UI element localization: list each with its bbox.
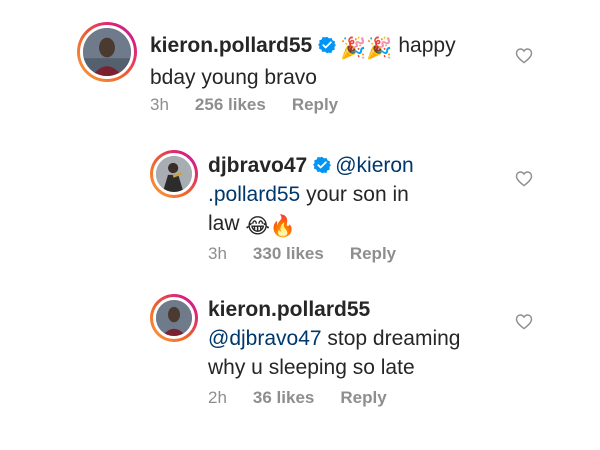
likes-count[interactable]: 36 likes — [253, 388, 314, 407]
party-popper-emoji: 🎉🎉 — [340, 37, 393, 60]
username[interactable]: djbravo47 — [208, 154, 307, 177]
mention-link[interactable]: @kieron — [335, 154, 414, 177]
comment-body: bday young bravo — [150, 66, 317, 89]
comment-body: stop dreaming — [327, 327, 461, 350]
mention-link[interactable]: @djbravo47 — [208, 327, 322, 350]
comment-text: kieron.pollard55 @djbravo47 stop dreamin… — [208, 295, 508, 382]
avatar[interactable] — [80, 25, 134, 79]
comment-text: djbravo47 @kieron .pollard55 your son in … — [208, 151, 508, 241]
timestamp: 3h — [208, 244, 227, 263]
comment-body: why u sleeping so late — [208, 356, 415, 379]
mention-link[interactable]: .pollard55 — [208, 183, 300, 206]
heart-outline-icon[interactable] — [515, 313, 533, 330]
avatar-image — [156, 156, 192, 192]
likes-count[interactable]: 330 likes — [253, 244, 324, 263]
comment-meta: 3h 330 likes Reply — [208, 244, 422, 264]
timestamp: 2h — [208, 388, 227, 407]
likes-count[interactable]: 256 likes — [195, 95, 266, 114]
comment-text: kieron.pollard55 🎉🎉 happy bday young brav… — [150, 31, 490, 92]
verified-badge-icon — [313, 156, 332, 174]
comment-body: happy — [398, 34, 456, 57]
verified-badge-icon — [318, 36, 337, 54]
comment-meta: 2h 36 likes Reply — [208, 388, 413, 408]
reply-button[interactable]: Reply — [340, 388, 386, 407]
timestamp: 3h — [150, 95, 169, 114]
avatar[interactable] — [153, 153, 195, 195]
heart-outline-icon[interactable] — [515, 170, 533, 187]
reply-button[interactable]: Reply — [292, 95, 338, 114]
heart-outline-icon[interactable] — [515, 47, 533, 64]
username[interactable]: kieron.pollard55 — [208, 298, 370, 321]
comment-meta: 3h 256 likes Reply — [150, 95, 364, 115]
username[interactable]: kieron.pollard55 — [150, 34, 312, 57]
avatar[interactable] — [153, 297, 195, 339]
avatar-image — [83, 28, 131, 76]
comment-body: your son in — [306, 183, 409, 206]
reply-button[interactable]: Reply — [350, 244, 396, 263]
avatar-image — [156, 300, 192, 336]
comment-body: law — [208, 212, 240, 235]
laughing-fire-emoji: 😂🔥 — [245, 215, 297, 238]
